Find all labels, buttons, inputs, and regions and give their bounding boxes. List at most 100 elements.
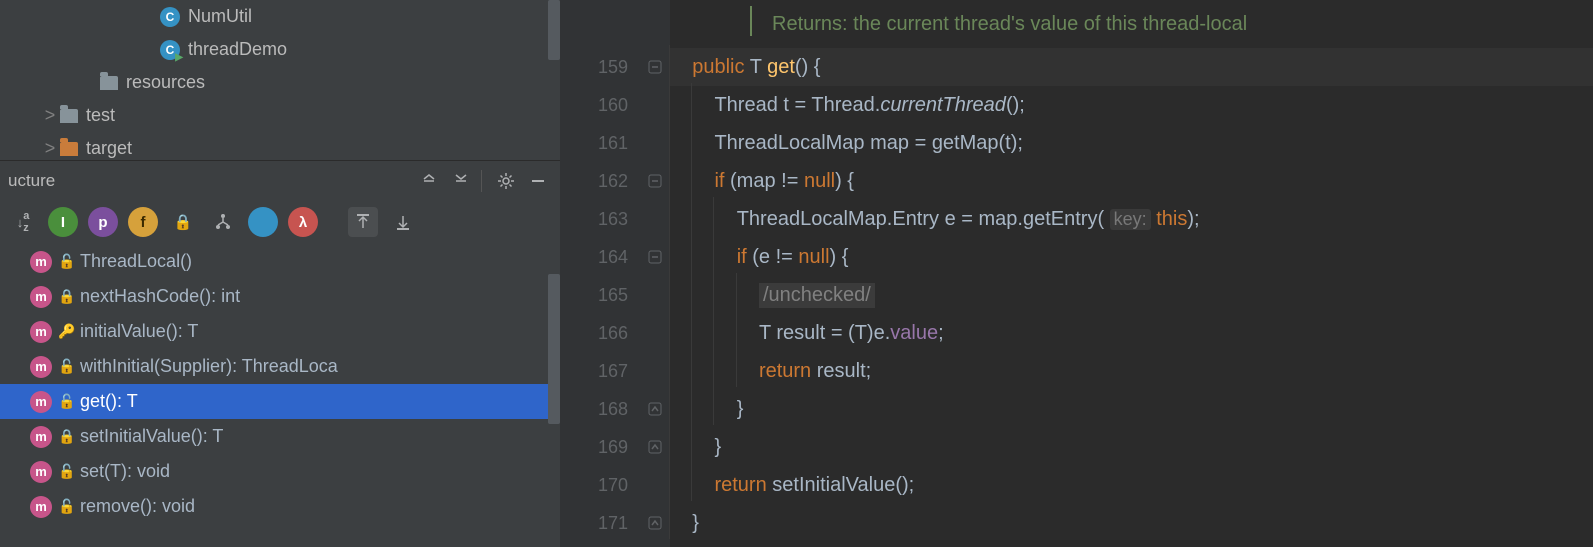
line-number[interactable]: 161 (560, 124, 628, 162)
hierarchy-icon[interactable] (208, 207, 238, 237)
method-label: remove(): void (80, 496, 195, 517)
project-tree-item[interactable]: >target (0, 132, 560, 160)
method-icon: m (30, 321, 52, 343)
method-icon: m (30, 426, 52, 448)
filter-private-icon[interactable]: 🔒 (168, 207, 198, 237)
line-number[interactable]: 171 (560, 504, 628, 542)
line-number-gutter[interactable]: 159160161162163164165166167168169170171 (560, 48, 640, 547)
expand-all-icon[interactable] (415, 167, 443, 195)
structure-method-item[interactable]: m🔒setInitialValue(): T (0, 419, 560, 454)
line-number[interactable]: 162 (560, 162, 628, 200)
code-line[interactable]: ThreadLocalMap.Entry e = map.getEntry( k… (670, 200, 1593, 238)
structure-scrollbar[interactable] (548, 274, 560, 424)
code-line[interactable]: } (670, 504, 1593, 542)
code-line[interactable]: } (670, 390, 1593, 428)
filter-property-icon[interactable]: p (88, 207, 118, 237)
method-label: initialValue(): T (80, 321, 198, 342)
method-label: set(T): void (80, 461, 170, 482)
code-line[interactable]: return setInitialValue(); (670, 466, 1593, 504)
project-tree-item[interactable]: C▶threadDemo (0, 33, 560, 66)
minimize-icon[interactable] (524, 167, 552, 195)
filter-field-icon[interactable]: f (128, 207, 158, 237)
code-line[interactable]: T result = (T)e.value; (670, 314, 1593, 352)
autoscroll-from-source-icon[interactable] (388, 207, 418, 237)
structure-method-item[interactable]: m🔓ThreadLocal() (0, 244, 560, 279)
runnable-class-icon: C▶ (160, 40, 180, 60)
tree-item-label: resources (126, 72, 205, 93)
protected-icon: 🔑 (58, 323, 74, 340)
fold-marker (640, 86, 670, 124)
code-line[interactable]: /unchecked/ (670, 276, 1593, 314)
fold-marker (640, 314, 670, 352)
folder-icon (60, 109, 78, 123)
folder-icon (60, 142, 78, 156)
public-icon: 🔓 (58, 498, 74, 515)
autoscroll-to-source-icon[interactable] (348, 207, 378, 237)
structure-list[interactable]: m🔓ThreadLocal()m🔒nextHashCode(): intm🔑in… (0, 244, 560, 547)
code-area[interactable]: 159160161162163164165166167168169170171 … (560, 48, 1593, 547)
line-number[interactable]: 160 (560, 86, 628, 124)
fold-marker (640, 124, 670, 162)
line-number[interactable]: 165 (560, 276, 628, 314)
code-line[interactable]: public T get() { (670, 48, 1593, 86)
collapse-all-icon[interactable] (447, 167, 475, 195)
public-icon: 🔓 (58, 253, 74, 270)
public-icon: 🔓 (58, 393, 74, 410)
fold-gutter[interactable] (640, 48, 670, 547)
line-number[interactable]: 159 (560, 48, 628, 86)
gear-icon[interactable] (492, 167, 520, 195)
line-number[interactable]: 170 (560, 466, 628, 504)
fold-marker[interactable] (640, 162, 670, 200)
project-tree-item[interactable]: >test (0, 99, 560, 132)
method-icon: m (30, 461, 52, 483)
project-scrollbar[interactable] (548, 0, 560, 60)
line-number[interactable]: 169 (560, 428, 628, 466)
code-line[interactable]: ThreadLocalMap map = getMap(t); (670, 124, 1593, 162)
chevron-right-icon[interactable]: > (40, 138, 60, 159)
left-pane: CNumUtilC▶threadDemo resources >test>targe… (0, 0, 560, 547)
structure-method-item[interactable]: m🔓withInitial(Supplier): ThreadLoca (0, 349, 560, 384)
code-line[interactable]: return result; (670, 352, 1593, 390)
method-icon: m (30, 496, 52, 518)
method-label: ThreadLocal() (80, 251, 192, 272)
filter-lambda-icon[interactable]: λ (288, 207, 318, 237)
structure-method-item[interactable]: m 🔓 remove(): void (0, 489, 560, 524)
javadoc-returns: Returns: the current thread's value of t… (752, 0, 1247, 48)
sort-alpha-icon[interactable]: ↓az (8, 207, 38, 237)
line-number[interactable]: 163 (560, 200, 628, 238)
chevron-right-icon[interactable]: > (40, 105, 60, 126)
method-label: withInitial(Supplier): ThreadLoca (80, 356, 338, 377)
structure-method-item[interactable]: m 🔑 initialValue(): T (0, 314, 560, 349)
code-line[interactable]: if (e != null) { (670, 238, 1593, 276)
code-line[interactable]: Thread t = Thread.currentThread(); (670, 86, 1593, 124)
project-tree[interactable]: CNumUtilC▶threadDemo resources >test>targe… (0, 0, 560, 160)
structure-method-item[interactable]: m🔓get(): T (0, 384, 560, 419)
method-icon: m (30, 286, 52, 308)
project-tree-item[interactable]: resources (0, 66, 560, 99)
line-number[interactable]: 167 (560, 352, 628, 390)
filter-class-icon[interactable] (248, 207, 278, 237)
fold-marker[interactable] (640, 504, 670, 542)
structure-panel-header: ucture (0, 160, 560, 200)
structure-method-item[interactable]: m🔒nextHashCode(): int (0, 279, 560, 314)
project-tree-item[interactable]: CNumUtil (0, 0, 560, 33)
public-icon: 🔓 (58, 358, 74, 375)
fold-marker[interactable] (640, 48, 670, 86)
fold-marker (640, 352, 670, 390)
code-lines[interactable]: public T get() { Thread t = Thread.curre… (670, 48, 1593, 547)
code-editor[interactable]: Returns: the current thread's value of t… (560, 0, 1593, 547)
line-number[interactable]: 166 (560, 314, 628, 352)
filter-interface-icon[interactable]: I (48, 207, 78, 237)
fold-marker[interactable] (640, 428, 670, 466)
code-line[interactable]: if (map != null) { (670, 162, 1593, 200)
structure-method-item[interactable]: m🔓set(T): void (0, 454, 560, 489)
private-icon: 🔒 (58, 428, 74, 445)
fold-marker (640, 276, 670, 314)
code-line[interactable]: } (670, 428, 1593, 466)
fold-marker[interactable] (640, 390, 670, 428)
tree-item-label: NumUtil (188, 6, 252, 27)
line-number[interactable]: 168 (560, 390, 628, 428)
fold-marker[interactable] (640, 238, 670, 276)
fold-marker (640, 466, 670, 504)
line-number[interactable]: 164 (560, 238, 628, 276)
